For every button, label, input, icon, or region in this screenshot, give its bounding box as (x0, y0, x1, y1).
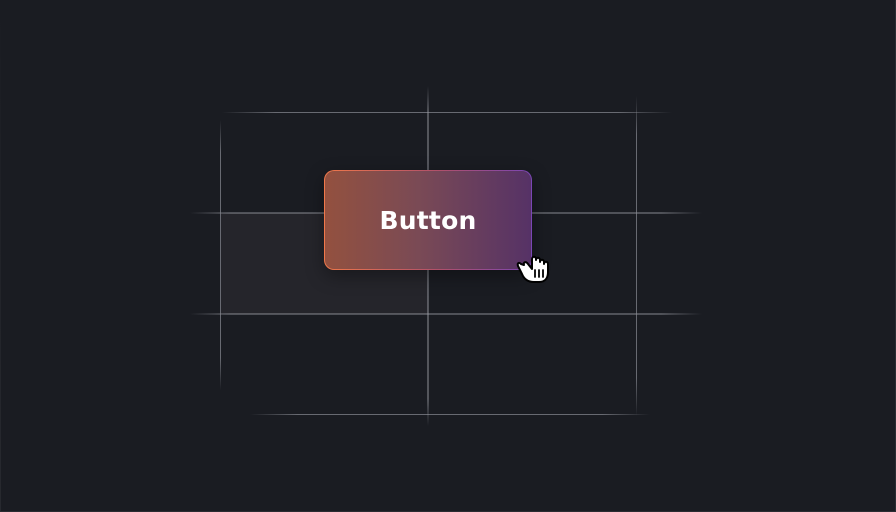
grid-line-horizontal-lower (190, 313, 702, 315)
grid-line-vertical-left (220, 120, 221, 390)
draggable-button[interactable]: Button (324, 170, 532, 270)
grab-hand-cursor-icon (516, 255, 549, 283)
grid-line-horizontal-bottom (250, 414, 650, 415)
grid-line-vertical-right (636, 96, 637, 416)
button-label: Button (379, 205, 477, 235)
grid-line-horizontal-top (222, 112, 672, 113)
design-canvas[interactable]: Button (0, 0, 896, 512)
